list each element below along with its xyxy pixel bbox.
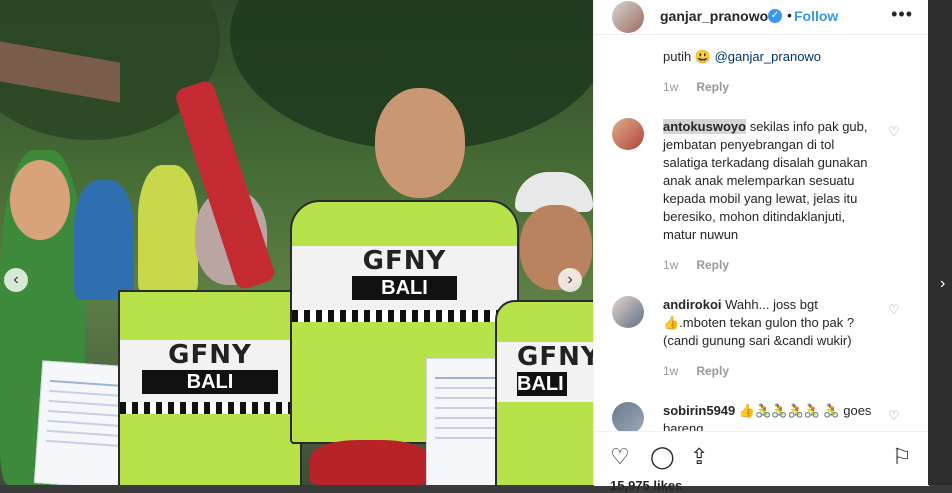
shorts-red — [310, 440, 430, 485]
verified-badge-icon: ✓ — [768, 9, 782, 23]
share-icon[interactable]: ⇪ — [690, 444, 708, 470]
reply-button[interactable]: Reply — [696, 364, 729, 378]
person-left-face — [10, 160, 70, 240]
jersey-gfny-text: GFNY — [362, 246, 447, 276]
bookmark-icon[interactable]: ⚐ — [892, 444, 912, 470]
post-header: ganjar_pranowo ✓ • Follow ••• — [594, 0, 929, 35]
reply-button[interactable]: Reply — [696, 80, 729, 94]
backdrop-right — [928, 0, 952, 485]
comment-meta: 1w Reply — [663, 258, 729, 272]
comment-text: putih 😃 @ganjar_pranowo — [663, 49, 822, 64]
comment-icon[interactable]: ◯ — [650, 444, 675, 470]
cyclist-bg-blue — [74, 180, 134, 300]
next-photo-button[interactable]: › — [558, 268, 582, 292]
jersey-gfny-text: GFNY — [168, 340, 252, 370]
comment-like-heart-icon[interactable]: ♡ — [888, 408, 900, 424]
commenter-avatar[interactable] — [612, 296, 644, 328]
more-options-icon[interactable]: ••• — [891, 4, 913, 25]
comment-username[interactable]: sobirin5949 — [663, 403, 735, 418]
mention-link[interactable]: @ganjar_pranowo — [715, 49, 821, 64]
follow-button[interactable]: Follow — [794, 8, 838, 24]
author-avatar[interactable] — [612, 1, 644, 33]
comment-like-heart-icon[interactable]: ♡ — [888, 124, 900, 140]
comment-like-heart-icon[interactable]: ♡ — [888, 302, 900, 318]
author-username[interactable]: ganjar_pranowo — [660, 8, 768, 24]
comment-meta: 1w Reply — [663, 364, 729, 378]
comment-age: 1w — [663, 364, 679, 378]
post-side-panel: ganjar_pranowo ✓ • Follow ••• putih 😃 @g… — [593, 0, 929, 493]
commenter-avatar[interactable] — [612, 402, 644, 434]
jersey-bali-text: BALI — [517, 372, 567, 396]
comment-age: 1w — [663, 80, 679, 94]
header-separator: • — [787, 7, 792, 23]
jersey-held: GFNY BALI — [118, 290, 302, 485]
jersey-checker — [120, 402, 300, 414]
comment-username[interactable]: andirokoi — [663, 297, 722, 312]
commenter-avatar[interactable] — [612, 118, 644, 150]
likes-count[interactable]: 15,975 likes — [610, 478, 682, 493]
reply-button[interactable]: Reply — [696, 258, 729, 272]
jersey-right: GFNY BALI — [495, 300, 593, 485]
comments-list[interactable]: putih 😃 @ganjar_pranowo 1w Reply antokusw… — [594, 34, 929, 434]
comment-age: 1w — [663, 258, 679, 272]
comment-username[interactable]: antokuswoyo — [663, 119, 747, 134]
jersey-bali-text: BALI — [352, 276, 457, 300]
post-actions-bar: ♡ ◯ ⇪ ⚐ 15,975 likes — [594, 431, 929, 493]
comment-meta: 1w Reply — [663, 80, 729, 94]
comment-text: andirokoi Wahh... joss bgt 👍.mboten teka… — [663, 297, 855, 348]
heart-icon[interactable]: ♡ — [610, 444, 630, 470]
next-post-chevron-icon[interactable]: › — [940, 275, 945, 293]
jersey-gfny-text: GFNY — [517, 342, 593, 372]
comment-text: antokuswoyo sekilas info pak gub, jembat… — [663, 119, 868, 242]
comment-text: sobirin5949 👍🚴🚴🚴🚴 🚴 goes bareng — [663, 403, 872, 434]
person-center-face — [375, 88, 465, 198]
post-photo[interactable]: GFNY BALI GFNY BALI GFNY BALI ‹ › — [0, 0, 593, 485]
jersey-checker — [292, 310, 517, 322]
jersey-bali-text: BALI — [142, 370, 278, 394]
cyclist-bg-yellow — [138, 165, 198, 295]
previous-photo-button[interactable]: ‹ — [4, 268, 28, 292]
